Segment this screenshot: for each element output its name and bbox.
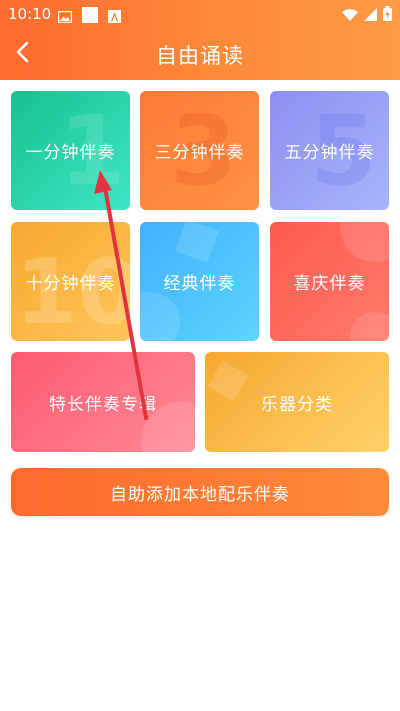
status-time: 10:10 [8,5,52,23]
tile-instrument-category[interactable]: 乐器分类 [205,352,389,452]
status-bar: 10:10 [0,0,400,28]
tile-label: 十分钟伴奏 [25,274,116,294]
tile-label: 一分钟伴奏 [25,143,116,163]
tile-label: 三分钟伴奏 [154,143,245,163]
tile-label: 经典伴奏 [163,274,236,294]
tile-special-album[interactable]: 特长伴奏专辑 [11,352,195,452]
page-title: 自由诵读 [156,44,244,68]
title-bar: 自由诵读 [0,28,400,80]
tile-classic[interactable]: 经典伴奏 [140,222,259,341]
wifi-icon [342,6,358,25]
decor-shape [350,312,389,341]
tile-label: 乐器分类 [261,394,333,415]
decor-shape [340,222,389,262]
image-icon [57,8,73,27]
header-bar: 10:10 自由诵读 [0,0,400,80]
decor-shape [207,360,249,402]
square-icon [82,7,98,27]
tile-five-minute[interactable]: 5 五分钟伴奏 [270,91,389,210]
tile-three-minute[interactable]: 3 三分钟伴奏 [140,91,259,210]
tile-label: 五分钟伴奏 [284,143,375,163]
signal-icon [364,6,377,25]
add-local-music-button[interactable]: 自助添加本地配乐伴奏 [11,468,389,516]
tile-one-minute[interactable]: 1 一分钟伴奏 [11,91,130,210]
decor-shape [175,222,219,263]
tile-label: 特长伴奏专辑 [49,394,157,415]
battery-icon [383,6,392,25]
a-icon [108,8,121,27]
tile-label: 喜庆伴奏 [293,274,366,294]
tile-ten-minute[interactable]: 10 十分钟伴奏 [11,222,130,341]
decor-shape [140,292,180,341]
tile-festive[interactable]: 喜庆伴奏 [270,222,389,341]
